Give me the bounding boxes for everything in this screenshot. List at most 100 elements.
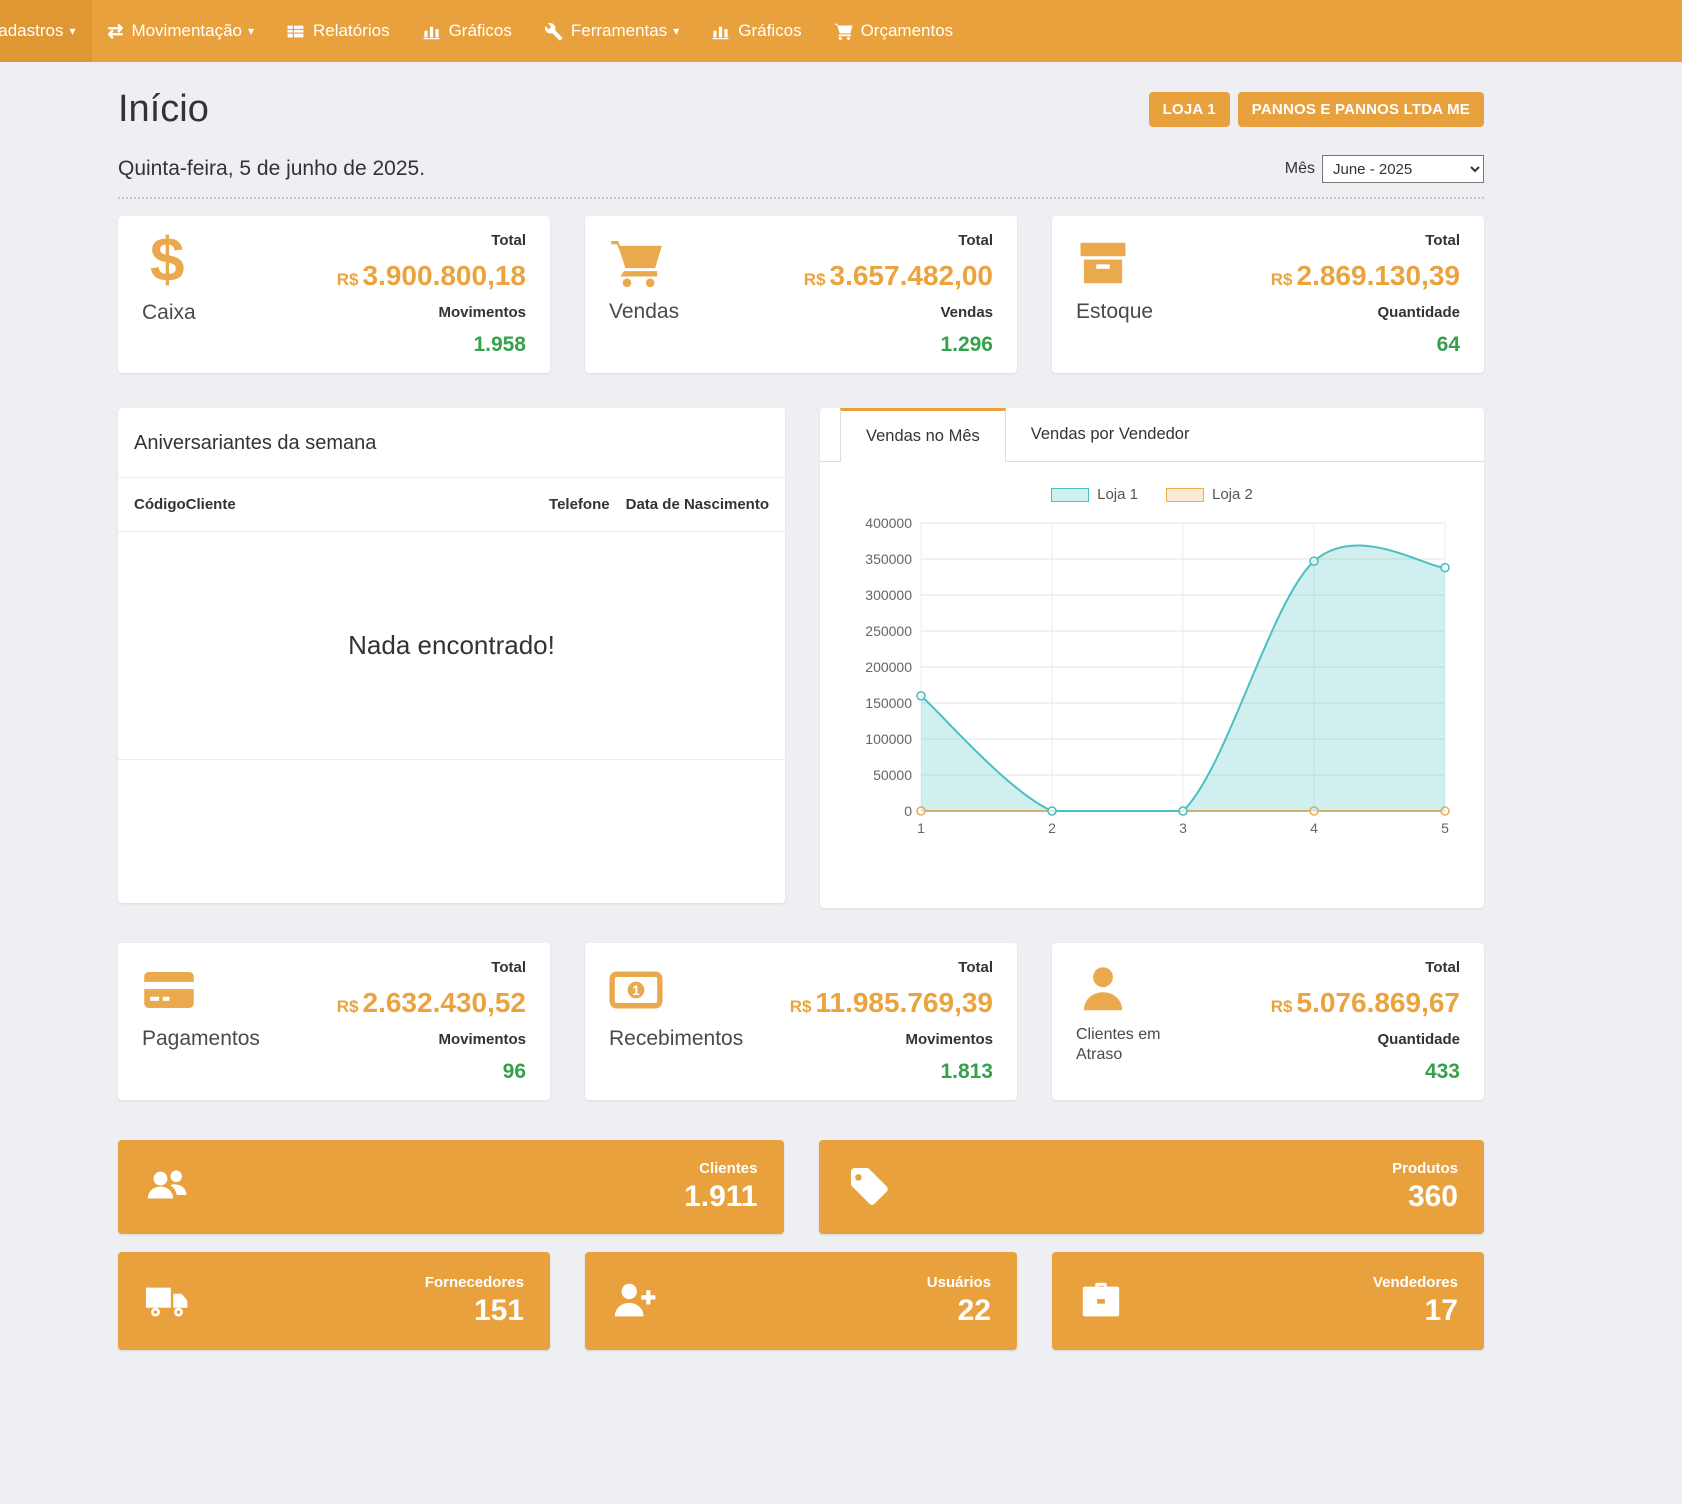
- exchange-icon: ⇄: [108, 22, 124, 41]
- tile-value: 22: [927, 1294, 991, 1328]
- total-label: Total: [790, 959, 993, 976]
- sub-value: 1.296: [804, 333, 993, 357]
- currency-prefix: R$: [1271, 270, 1293, 289]
- card-label: Pagamentos: [142, 1027, 260, 1051]
- total-label: Total: [337, 232, 526, 249]
- tile-usuarios[interactable]: Usuários 22: [585, 1252, 1017, 1350]
- card-label: Caixa: [142, 301, 196, 325]
- legend-item-loja2[interactable]: Loja 2: [1166, 486, 1253, 503]
- tile-clientes[interactable]: Clientes 1.911: [118, 1140, 784, 1234]
- sub-value: 1.813: [790, 1060, 993, 1084]
- legend-item-loja1[interactable]: Loja 1: [1051, 486, 1138, 503]
- tile-value: 151: [425, 1294, 524, 1328]
- nav-item-graficos-1[interactable]: Gráficos: [406, 0, 528, 62]
- amount: 3.900.800,18: [363, 260, 527, 291]
- briefcase-icon: [1078, 1278, 1124, 1324]
- card-label: Recebimentos: [609, 1027, 743, 1051]
- top-navbar: Cadastros ▾ ⇄ Movimentação ▾ Relatórios …: [0, 0, 1682, 62]
- tab-vendas-no-mes[interactable]: Vendas no Mês: [840, 408, 1006, 462]
- table-icon: [286, 22, 305, 41]
- tile-fornecedores[interactable]: Fornecedores 151: [118, 1252, 550, 1350]
- sub-label: Movimentos: [337, 304, 526, 321]
- nav-item-label: Relatórios: [313, 21, 390, 41]
- tiles-row-2: Fornecedores 151 Usuários 22 Vendedores …: [118, 1252, 1484, 1350]
- amount: 2.869.130,39: [1297, 260, 1461, 291]
- amount: 3.657.482,00: [830, 260, 994, 291]
- tiles-row-1: Clientes 1.911 Produtos 360: [118, 1140, 1484, 1234]
- column-header-telefone: Telefone: [549, 496, 610, 513]
- card-estoque: Estoque Total R$2.869.130,39 Quantidade …: [1052, 216, 1484, 373]
- legend-swatch: [1051, 488, 1089, 502]
- total-label: Total: [1271, 959, 1460, 976]
- nav-item-ferramentas[interactable]: Ferramentas ▾: [528, 0, 695, 62]
- svg-text:1: 1: [917, 820, 925, 836]
- birthdays-table-header: CódigoCliente Telefone Data de Nasciment…: [118, 478, 785, 532]
- sub-label: Movimentos: [337, 1031, 526, 1048]
- tile-label: Vendedores: [1373, 1274, 1458, 1291]
- tile-value: 1.911: [684, 1180, 757, 1214]
- card-pagamentos: Pagamentos Total R$2.632.430,52 Moviment…: [118, 943, 550, 1100]
- total-value: R$5.076.869,67: [1271, 988, 1460, 1019]
- currency-prefix: R$: [1271, 997, 1293, 1016]
- total-value: R$2.869.130,39: [1271, 261, 1460, 292]
- truck-icon: [144, 1278, 190, 1324]
- tile-produtos[interactable]: Produtos 360: [819, 1140, 1485, 1234]
- cart-icon: [834, 22, 853, 41]
- tile-value: 17: [1373, 1294, 1458, 1328]
- card-label: Clientes em Atraso: [1076, 1025, 1186, 1065]
- users-group-icon: [144, 1164, 190, 1210]
- amount: 5.076.869,67: [1297, 987, 1461, 1018]
- currency-prefix: R$: [790, 997, 812, 1016]
- nav-item-label: Orçamentos: [861, 21, 954, 41]
- page-title: Início: [118, 88, 209, 131]
- total-label: Total: [337, 959, 526, 976]
- person-icon: [1076, 963, 1130, 1017]
- nav-item-relatorios[interactable]: Relatórios: [270, 0, 406, 62]
- card-label: Vendas: [609, 300, 679, 324]
- credit-card-icon: [142, 963, 196, 1017]
- svg-text:3: 3: [1179, 820, 1187, 836]
- nav-item-graficos-2[interactable]: Gráficos: [695, 0, 817, 62]
- month-select[interactable]: June - 2025: [1322, 155, 1484, 183]
- sales-chart-panel: Vendas no Mês Vendas por Vendedor Loja 1…: [820, 408, 1484, 908]
- total-value: R$11.985.769,39: [790, 988, 993, 1019]
- total-label: Total: [1271, 232, 1460, 249]
- svg-text:2: 2: [1048, 820, 1056, 836]
- money-bill-icon: 1: [609, 963, 663, 1017]
- tag-icon: [845, 1164, 891, 1210]
- tab-vendas-por-vendedor[interactable]: Vendas por Vendedor: [1006, 408, 1215, 461]
- tile-vendedores[interactable]: Vendedores 17: [1052, 1252, 1484, 1350]
- total-value: R$3.657.482,00: [804, 261, 993, 292]
- box-icon: [1076, 236, 1130, 290]
- tile-label: Clientes: [684, 1160, 757, 1177]
- svg-text:5: 5: [1441, 820, 1449, 836]
- nav-item-orcamentos[interactable]: Orçamentos: [818, 0, 970, 62]
- nav-item-label: Gráficos: [449, 21, 512, 41]
- nav-item-movimentacao[interactable]: ⇄ Movimentação ▾: [92, 0, 271, 62]
- main-content: Início LOJA 1 PANNOS E PANNOS LTDA ME Qu…: [118, 88, 1484, 1350]
- card-recebimentos: 1 Recebimentos Total R$11.985.769,39 Mov…: [585, 943, 1017, 1100]
- birthdays-title: Aniversariantes da semana: [118, 408, 785, 478]
- sub-label: Vendas: [804, 304, 993, 321]
- month-label: Mês: [1285, 160, 1315, 178]
- store-button[interactable]: LOJA 1: [1149, 92, 1230, 127]
- nav-item-cadastros[interactable]: Cadastros ▾: [0, 0, 92, 62]
- stats-row-bottom: Pagamentos Total R$2.632.430,52 Moviment…: [118, 943, 1484, 1100]
- total-label: Total: [804, 232, 993, 249]
- svg-text:300000: 300000: [865, 587, 912, 603]
- nav-item-label: Movimentação: [131, 21, 242, 41]
- nav-item-label: Ferramentas: [571, 21, 667, 41]
- card-clientes-em-atraso: Clientes em Atraso Total R$5.076.869,67 …: [1052, 943, 1484, 1100]
- svg-text:0: 0: [904, 803, 912, 819]
- chevron-down-icon: ▾: [248, 24, 254, 38]
- stats-row-top: $ Caixa Total R$3.900.800,18 Movimentos …: [118, 216, 1484, 373]
- svg-text:350000: 350000: [865, 551, 912, 567]
- total-value: R$3.900.800,18: [337, 261, 526, 292]
- card-caixa: $ Caixa Total R$3.900.800,18 Movimentos …: [118, 216, 550, 373]
- svg-text:50000: 50000: [873, 767, 912, 783]
- company-button[interactable]: PANNOS E PANNOS LTDA ME: [1238, 92, 1484, 127]
- nav-item-label: Gráficos: [738, 21, 801, 41]
- empty-message: Nada encontrado!: [348, 630, 555, 661]
- card-vendas: Vendas Total R$3.657.482,00 Vendas 1.296: [585, 216, 1017, 373]
- sub-value: 433: [1271, 1060, 1460, 1084]
